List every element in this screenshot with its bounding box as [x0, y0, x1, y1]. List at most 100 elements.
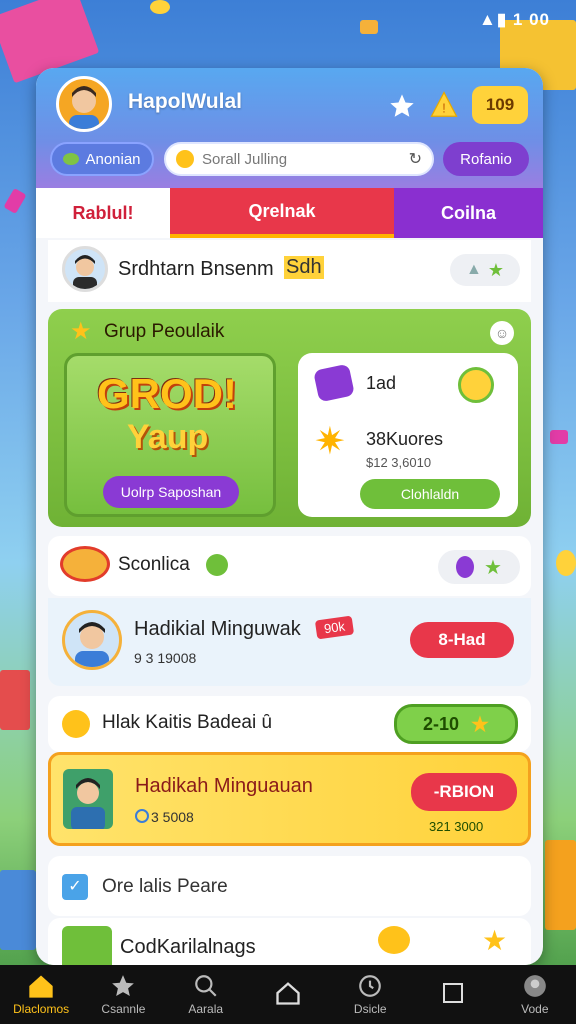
player2-name: Hadikah Minguauan: [135, 775, 313, 797]
item-avatar: [62, 926, 112, 965]
gift-box-decoration: [0, 870, 36, 950]
refresh-icon[interactable]: ↻: [409, 149, 422, 169]
coin-icon: [458, 367, 494, 403]
search-input[interactable]: Sorall Julling ↻: [164, 142, 434, 176]
header: HapolWulal ! 109 Anonian Sorall Julling …: [36, 68, 543, 188]
player-row-2[interactable]: Hadikah Minguauan 3 5008 -RBION 321 3000: [48, 752, 531, 846]
player1-avatar: [62, 610, 122, 670]
star-icon: ★: [471, 713, 489, 736]
section3-header: ✓ Ore lalis Peare: [48, 856, 531, 916]
section2-header: Hlak Kaitis Badeai ȗ 2-10 ★: [48, 696, 531, 752]
section3-title: Ore lalis Peare: [102, 876, 228, 897]
star-icon: [112, 975, 135, 996]
coin-decoration: [360, 20, 378, 34]
nav-home-outline[interactable]: [247, 965, 329, 1024]
square-icon: [442, 983, 463, 1003]
app-title: HapolWulal: [128, 90, 242, 113]
nav-profile-label: Vode: [521, 1002, 549, 1016]
profile-row[interactable]: Srdhtarn Bnsenm Sdh ▲ ★: [48, 240, 531, 302]
nav-star[interactable]: Csannle: [82, 965, 164, 1024]
gem-icon: [206, 554, 228, 576]
clock-icon: [359, 975, 382, 997]
player2-button[interactable]: -RBION: [411, 773, 517, 811]
profile-icons[interactable]: ▲ ★: [450, 254, 520, 286]
group-card: ★ Grup Peoulaik ☺ GROD! Yaup Uolrp Sapos…: [48, 309, 531, 527]
search-coin-icon: [176, 150, 194, 168]
coin-icon: [62, 710, 90, 738]
player1-name: Hadikial Minguwak: [134, 618, 301, 640]
profile-badge: Sdh: [284, 256, 324, 279]
player2-sub: 321 3000: [429, 819, 484, 834]
tab-qrelnak[interactable]: Qrelnak: [170, 188, 394, 238]
leaf-icon: [63, 153, 80, 165]
alert-icon[interactable]: !: [429, 90, 459, 120]
section2-title: Hlak Kaitis Badeai ȗ: [102, 712, 273, 733]
right-action-button[interactable]: Rofanio: [443, 142, 529, 176]
section1-title: Sconlica: [118, 554, 190, 575]
tab-bar: Rablul! Qrelnak Coilna: [36, 188, 543, 238]
nav-profile[interactable]: Vode: [494, 965, 576, 1024]
gift-box-decoration: [0, 670, 30, 730]
item-title: CodKarilalnags: [120, 936, 256, 958]
star-icon: ★: [487, 259, 504, 280]
group-title: Grup Peoulaik: [104, 321, 225, 342]
home-icon: [29, 975, 53, 998]
user-avatar[interactable]: [56, 76, 112, 132]
stat2-sub: $12 3,6010: [366, 455, 432, 470]
player2-score-icon: [135, 809, 149, 823]
search-icon: [194, 975, 217, 997]
tab-coilna[interactable]: Coilna: [394, 188, 543, 238]
nav-star-label: Csannle: [101, 1002, 146, 1016]
ribbon-badge-icon: [60, 546, 110, 582]
nav-clock[interactable]: Dsicle: [329, 965, 411, 1024]
logo-button[interactable]: Uolrp Saposhan: [103, 476, 239, 508]
section1-icons[interactable]: ★: [438, 550, 520, 584]
logo-line2: Yaup: [127, 418, 209, 456]
player2-avatar: [63, 769, 113, 829]
check-icon: ✓: [62, 874, 88, 900]
tab-rablul[interactable]: Rablul!: [36, 188, 170, 238]
player1-score: 9 3 19008: [134, 650, 197, 666]
profile-avatar: [62, 246, 108, 292]
bottom-nav: Dlaclomos Csannle Aarala Dsicle Vode: [0, 965, 576, 1024]
candy-icon: [313, 363, 355, 403]
section2-pill[interactable]: 2-10 ★: [394, 704, 518, 744]
search-placeholder: Sorall Julling: [202, 150, 288, 168]
smile-icon: ☺: [490, 321, 514, 345]
potion-icon: [456, 556, 475, 578]
nav-square[interactable]: [411, 965, 493, 1024]
collect-button[interactable]: Clohlaldn: [360, 479, 500, 509]
confetti-decoration: [550, 430, 568, 444]
coin-decoration: [150, 0, 170, 14]
svg-text:!: !: [442, 102, 445, 116]
coin-decoration: [556, 550, 576, 576]
nav-home[interactable]: Dlaclomos: [0, 965, 82, 1024]
score-badge: 109: [472, 86, 528, 124]
section2-pill-value: 2-10: [423, 713, 460, 734]
player2-score: 3 5008: [151, 809, 194, 825]
player-row-1[interactable]: Hadikial Minguwak 90k 9 3 19008 8-Had: [48, 598, 531, 686]
nav-clock-label: Dsicle: [353, 1002, 387, 1016]
section1-header: Sconlica ★: [48, 536, 531, 596]
coin-icon: [378, 926, 410, 954]
profile-name: Srdhtarn Bnsenm: [118, 258, 274, 280]
group-star-icon: ★: [70, 318, 92, 345]
star-icon: ★: [482, 925, 508, 956]
stat2-value: 38Kuores: [366, 429, 444, 449]
profile-icon: [523, 975, 546, 997]
gift-box-decoration: [545, 840, 576, 930]
nav-home-label: Dlaclomos: [13, 1002, 70, 1016]
player1-button[interactable]: 8-Had: [410, 622, 514, 658]
list-item[interactable]: CodKarilalnags ★: [48, 918, 531, 965]
tag-label: Anonian: [85, 150, 141, 168]
star-icon[interactable]: [388, 92, 416, 120]
star-icon: ★: [484, 556, 502, 579]
player1-tag: 90k: [314, 615, 355, 640]
nav-search[interactable]: Aarala: [165, 965, 247, 1024]
nav-search-label: Aarala: [188, 1002, 224, 1016]
status-bar: ▲▮ 1 00: [479, 10, 550, 29]
tag-pill[interactable]: Anonian: [50, 142, 154, 176]
logo-line1: GROD!: [97, 370, 237, 417]
game-logo-panel[interactable]: GROD! Yaup Uolrp Saposhan: [64, 353, 276, 517]
trophy-star-icon: ✷: [314, 421, 346, 463]
